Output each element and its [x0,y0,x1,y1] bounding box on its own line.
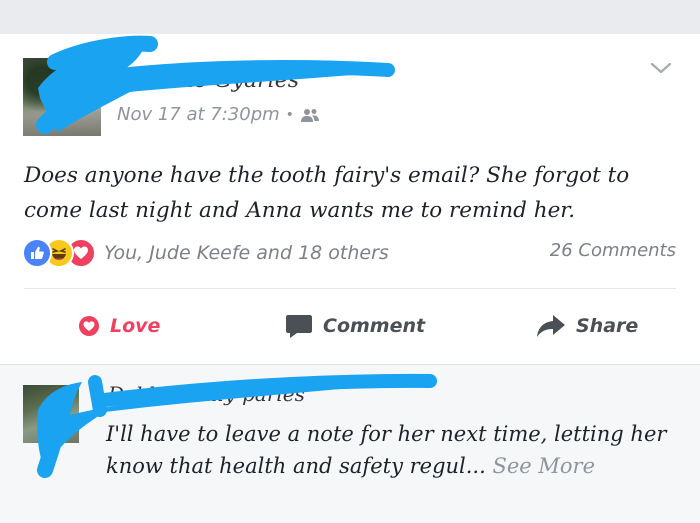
post-body: Does anyone have the tooth fairy's email… [24,163,630,223]
love-button[interactable]: Love [78,310,160,342]
avatar-photo [23,58,101,136]
heart-icon [78,315,100,337]
poster-avatar[interactable] [23,58,101,136]
post-timestamp[interactable]: Nov 17 at 7:30pm [117,104,280,125]
chevron-down-icon[interactable] [648,58,674,78]
commenter-name[interactable]: Debbie Lally-parles [108,382,305,406]
share-label: Share [576,315,639,337]
like-reaction-icon [22,238,52,268]
comment-icon [285,313,313,339]
share-icon [536,313,566,339]
friends-icon[interactable] [300,107,320,123]
comment-body: I'll have to leave a note for her next t… [106,418,676,482]
reactors-summary[interactable]: You, Jude Keefe and 18 others [104,242,389,264]
post-meta: Nov 17 at 7:30pm • [117,104,320,125]
comments-count[interactable]: 26 Comments [550,240,676,261]
divider [24,288,676,289]
share-button[interactable]: Share [536,310,638,342]
poster-name[interactable]: Danielle Gyarles [115,68,299,93]
meta-separator: • [285,106,294,123]
comment-label: Comment [323,315,426,337]
reactions-bar[interactable]: You, Jude Keefe and 18 others [22,236,389,270]
comment-button[interactable]: Comment [285,310,425,342]
see-more-link[interactable]: See More [492,454,595,478]
love-label: Love [110,315,161,337]
commenter-avatar[interactable] [23,385,79,443]
feed-background [0,0,700,34]
